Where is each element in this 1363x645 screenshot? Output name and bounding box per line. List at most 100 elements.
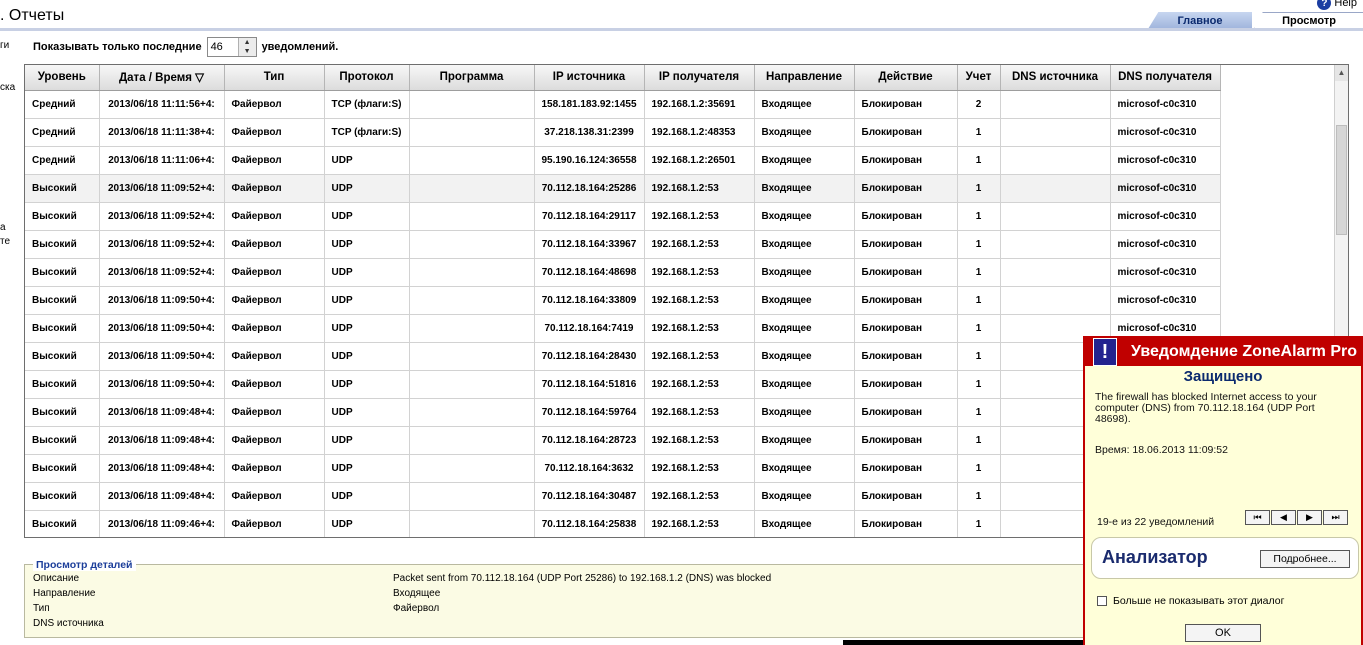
column-header-direction[interactable]: Направление: [754, 65, 855, 91]
count-stepper[interactable]: 46 ▲ ▼: [206, 37, 257, 57]
exclamation-icon: !: [1093, 338, 1117, 366]
table-row[interactable]: Высокий 2013/06/18 11:09:48+4: Файервол UDP…: [25, 426, 1221, 455]
cell-dst-ip: 192.168.1.2:53: [644, 314, 755, 343]
cell-dst-ip: 192.168.1.2:53: [644, 454, 755, 483]
checkbox-box[interactable]: [1097, 596, 1107, 606]
cell-dns-dst: microsof-c0c310: [1110, 146, 1221, 175]
sidebar-item-3[interactable]: а: [0, 222, 6, 233]
cell-type: Файервол: [224, 454, 325, 483]
sidebar-item-2[interactable]: ска: [0, 82, 15, 93]
cell-direction: Входящее: [754, 118, 855, 147]
column-header-dns-dst[interactable]: DNS получателя: [1110, 65, 1221, 91]
checkbox-label: Больше не показывать этот диалог: [1113, 595, 1285, 607]
cell-src-ip: 70.112.18.164:59764: [534, 398, 645, 427]
tab-view[interactable]: Просмотр: [1254, 12, 1363, 29]
cell-datetime: 2013/06/18 11:11:56+4:: [99, 90, 225, 119]
cell-program: [409, 370, 535, 399]
cell-dns-src: [1000, 258, 1111, 287]
cell-action: Блокирован: [854, 370, 958, 399]
stepper-down-icon[interactable]: ▼: [238, 47, 256, 56]
cell-src-ip: 70.112.18.164:48698: [534, 258, 645, 287]
cell-type: Файервол: [224, 118, 325, 147]
cell-program: [409, 258, 535, 287]
cell-level: Средний: [25, 90, 100, 119]
column-header-src-ip[interactable]: IP источника: [534, 65, 645, 91]
cell-datetime: 2013/06/18 11:09:50+4:: [99, 286, 225, 315]
cell-direction: Входящее: [754, 174, 855, 203]
column-header-level[interactable]: Уровень: [25, 65, 100, 91]
cell-level: Высокий: [25, 426, 100, 455]
table-row[interactable]: Средний 2013/06/18 11:11:38+4: Файервол TCP…: [25, 118, 1221, 147]
column-header-count[interactable]: Учет: [957, 65, 1001, 91]
table-row[interactable]: Высокий 2013/06/18 11:09:50+4: Файервол UDP…: [25, 370, 1221, 399]
table-row[interactable]: Высокий 2013/06/18 11:09:48+4: Файервол UDP…: [25, 398, 1221, 427]
table-row[interactable]: Высокий 2013/06/18 11:09:48+4: Файервол UDP…: [25, 482, 1221, 511]
more-button[interactable]: Подробнее...: [1260, 550, 1350, 568]
cell-program: [409, 342, 535, 371]
column-header-program[interactable]: Программа: [409, 65, 535, 91]
cell-program: [409, 174, 535, 203]
table-row[interactable]: Высокий 2013/06/18 11:09:52+4: Файервол UDP…: [25, 202, 1221, 231]
cell-dst-ip: 192.168.1.2:53: [644, 398, 755, 427]
cell-direction: Входящее: [754, 286, 855, 315]
table-row[interactable]: Высокий 2013/06/18 11:09:50+4: Файервол UDP…: [25, 286, 1221, 315]
dont-show-checkbox[interactable]: Больше не показывать этот диалог: [1097, 595, 1284, 607]
table-row[interactable]: Высокий 2013/06/18 11:09:50+4: Файервол UDP…: [25, 342, 1221, 371]
cell-dst-ip: 192.168.1.2:53: [644, 286, 755, 315]
cell-action: Блокирован: [854, 342, 958, 371]
column-header-type[interactable]: Тип: [224, 65, 325, 91]
table-row[interactable]: Высокий 2013/06/18 11:09:48+4: Файервол UDP…: [25, 454, 1221, 483]
cell-dst-ip: 192.168.1.2:53: [644, 342, 755, 371]
column-header-action[interactable]: Действие: [854, 65, 958, 91]
stepper-up-icon[interactable]: ▲: [238, 38, 256, 47]
help-link[interactable]: ? Help: [1317, 0, 1357, 10]
cell-dns-src: [1000, 230, 1111, 259]
next-icon[interactable]: ▶: [1297, 510, 1322, 525]
cell-action: Блокирован: [854, 174, 958, 203]
scroll-thumb[interactable]: [1336, 125, 1347, 235]
table-row[interactable]: Высокий 2013/06/18 11:09:52+4: Файервол UDP…: [25, 230, 1221, 259]
alert-nav: ⏮ ◀ ▶ ⏭: [1245, 510, 1348, 525]
cell-count: 1: [957, 118, 1001, 147]
help-icon: ?: [1317, 0, 1332, 10]
cell-level: Высокий: [25, 454, 100, 483]
first-icon[interactable]: ⏮: [1245, 510, 1270, 525]
cell-type: Файервол: [224, 286, 325, 315]
column-header-dst-ip[interactable]: IP получателя: [644, 65, 755, 91]
table-row[interactable]: Высокий 2013/06/18 11:09:46+4: Файервол UDP…: [25, 510, 1221, 537]
cell-protocol: UDP: [324, 398, 410, 427]
cell-datetime: 2013/06/18 11:11:06+4:: [99, 146, 225, 175]
filter-row: Показывать только последние 46 ▲ ▼ уведо…: [33, 36, 338, 58]
table-row[interactable]: Средний 2013/06/18 11:11:56+4: Файервол TCP…: [25, 90, 1221, 119]
cell-src-ip: 158.181.183.92:1455: [534, 90, 645, 119]
taskbar-fragment: [843, 640, 1083, 645]
last-icon[interactable]: ⏭: [1323, 510, 1348, 525]
filter-label: Показывать только последние: [33, 41, 202, 53]
cell-count: 1: [957, 510, 1001, 537]
table-row[interactable]: Высокий 2013/06/18 11:09:50+4: Файервол UDP…: [25, 314, 1221, 343]
cell-direction: Входящее: [754, 398, 855, 427]
column-header-dns-src[interactable]: DNS источника: [1000, 65, 1111, 91]
table-row[interactable]: Средний 2013/06/18 11:11:06+4: Файервол UDP…: [25, 146, 1221, 175]
ok-button[interactable]: OK: [1185, 624, 1261, 642]
scroll-up-icon[interactable]: ▲: [1335, 65, 1348, 81]
cell-count: 1: [957, 454, 1001, 483]
cell-level: Высокий: [25, 314, 100, 343]
alert-message: The firewall has blocked Internet access…: [1095, 391, 1317, 425]
sidebar-item-1[interactable]: ги: [0, 40, 9, 51]
tab-main[interactable]: Главное: [1148, 12, 1252, 29]
table-row[interactable]: Высокий 2013/06/18 11:09:52+4: Файервол UDP…: [25, 174, 1221, 203]
cell-src-ip: 70.112.18.164:3632: [534, 454, 645, 483]
table-row[interactable]: Высокий 2013/06/18 11:09:52+4: Файервол UDP…: [25, 258, 1221, 287]
prev-icon[interactable]: ◀: [1271, 510, 1296, 525]
column-header-datetime[interactable]: Дата / Время ▽: [99, 65, 225, 91]
detail-value-type: Файервол: [393, 603, 440, 614]
sidebar-item-4[interactable]: те: [0, 236, 10, 247]
cell-src-ip: 70.112.18.164:30487: [534, 482, 645, 511]
cell-program: [409, 202, 535, 231]
cell-action: Блокирован: [854, 454, 958, 483]
cell-dns-dst: microsof-c0c310: [1110, 174, 1221, 203]
cell-src-ip: 70.112.18.164:28430: [534, 342, 645, 371]
count-value[interactable]: 46: [208, 38, 238, 56]
column-header-protocol[interactable]: Протокол: [324, 65, 410, 91]
